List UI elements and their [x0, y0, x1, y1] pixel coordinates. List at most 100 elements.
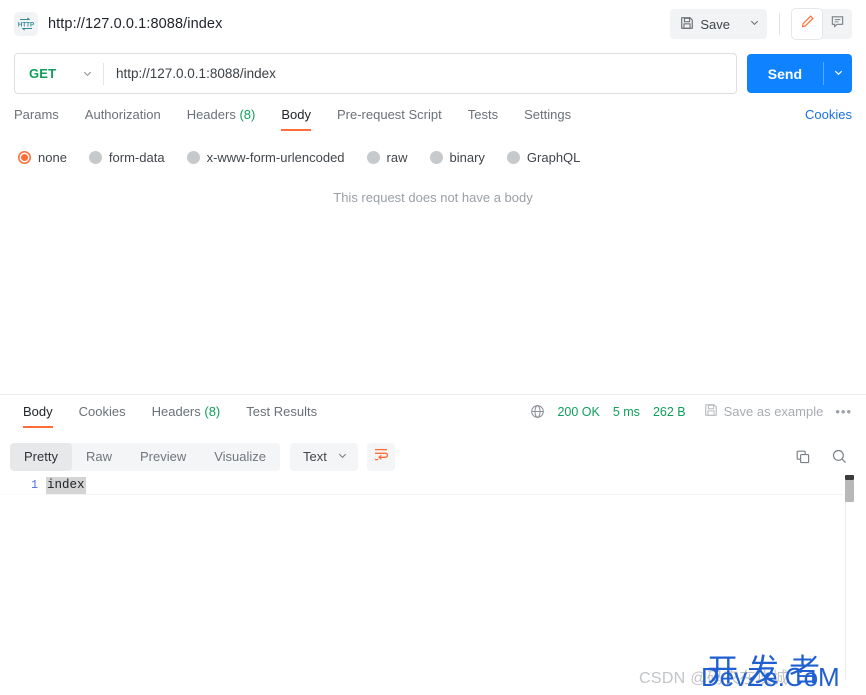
response-type-dropdown[interactable]: Text	[290, 442, 358, 471]
request-header-bar: HTTP http://127.0.0.1:8088/index Save	[0, 0, 866, 48]
send-dropdown-button[interactable]	[824, 54, 852, 93]
http-protocol-icon: HTTP	[14, 12, 38, 36]
response-format-toolbar: Pretty Raw Preview Visualize Text	[0, 441, 866, 472]
empty-body-message: This request does not have a body	[333, 190, 533, 205]
tab-count: (8)	[204, 404, 221, 419]
save-as-example-button[interactable]: Save as example	[704, 403, 824, 420]
body-type-raw[interactable]: raw	[366, 149, 408, 165]
chevron-down-icon	[82, 68, 93, 79]
status-badge: 200 OK	[557, 404, 600, 419]
response-view-segmented-control: Pretty Raw Preview Visualize	[10, 442, 281, 471]
http-method-label: GET	[29, 66, 57, 81]
url-bar: GET Send	[0, 53, 866, 94]
tab-headers[interactable]: Headers (8)	[187, 105, 256, 131]
body-right-divider	[845, 475, 846, 680]
radio-icon	[506, 150, 520, 164]
body-type-x-www-form-urlencoded[interactable]: x-www-form-urlencoded	[186, 149, 345, 165]
tab-tests[interactable]: Tests	[468, 105, 498, 131]
comment-icon	[830, 14, 845, 34]
response-size: 262 B	[652, 404, 686, 419]
tab-label: Pre-request Script	[336, 107, 442, 122]
code-row-rule	[46, 494, 845, 495]
response-tab-body[interactable]: Body	[23, 402, 53, 428]
svg-text:HTTP: HTTP	[18, 21, 34, 28]
header-icon-group	[792, 9, 852, 39]
search-icon[interactable]	[831, 448, 848, 465]
tab-label: Cookies	[78, 404, 126, 419]
globe-icon[interactable]	[530, 404, 545, 419]
tab-label: Params	[14, 107, 59, 122]
chevron-down-icon	[337, 449, 348, 464]
request-tabs: Params Authorization Headers (8) Body Pr…	[0, 105, 866, 139]
body-type-label: none	[38, 149, 67, 165]
header-actions: Save	[670, 9, 852, 39]
view-visualize-button[interactable]: Visualize	[200, 443, 280, 471]
radio-icon	[88, 150, 102, 164]
view-preview-button[interactable]: Preview	[126, 443, 200, 471]
response-tab-headers[interactable]: Headers (8)	[152, 402, 221, 428]
response-scrollbar[interactable]	[845, 475, 860, 680]
body-type-none[interactable]: none	[18, 150, 67, 165]
response-more-menu-button[interactable]: •••	[835, 404, 856, 419]
tab-settings[interactable]: Settings	[524, 105, 571, 131]
scrollbar-thumb[interactable]	[845, 480, 854, 502]
radio-icon	[366, 150, 380, 164]
tab-params[interactable]: Params	[14, 105, 59, 131]
response-body-text[interactable]: index	[46, 477, 86, 494]
response-meta: 200 OK 5 ms 262 B Save as example •••	[530, 402, 856, 420]
floppy-disk-icon	[704, 403, 718, 420]
tab-label: Authorization	[84, 107, 161, 122]
code-line-row: 1 index	[0, 477, 86, 494]
send-button[interactable]: Send	[747, 54, 823, 93]
body-type-label: raw	[386, 149, 408, 165]
word-wrap-button[interactable]	[366, 442, 395, 471]
body-type-binary[interactable]: binary	[429, 149, 485, 165]
word-wrap-icon	[373, 446, 389, 467]
view-pretty-button[interactable]: Pretty	[10, 442, 72, 471]
body-type-options: none form-data x-www-form-urlencoded raw…	[0, 145, 866, 169]
save-button[interactable]: Save	[670, 9, 741, 39]
http-method-selector[interactable]: GET	[15, 54, 103, 93]
tab-label: Body	[23, 404, 53, 419]
url-input[interactable]	[104, 54, 736, 93]
tab-label: Headers	[151, 404, 201, 419]
body-type-graphql[interactable]: GraphQL	[506, 149, 581, 165]
page-title: http://127.0.0.1:8088/index	[48, 16, 223, 32]
save-as-example-label: Save as example	[723, 404, 824, 419]
response-type-label: Text	[303, 449, 327, 464]
tab-label: Headers	[186, 107, 236, 122]
pencil-icon	[800, 14, 815, 34]
chevron-down-icon	[749, 15, 760, 33]
save-dropdown-button[interactable]	[741, 9, 767, 39]
body-type-label: binary	[449, 149, 485, 165]
edit-request-button[interactable]	[792, 9, 822, 39]
body-type-form-data[interactable]: form-data	[88, 149, 165, 165]
cookies-link[interactable]: Cookies	[805, 105, 852, 122]
tab-authorization[interactable]: Authorization	[85, 105, 161, 131]
body-type-label: GraphQL	[526, 149, 581, 165]
response-tabs: Body Cookies Headers (8) Test Results 20…	[0, 402, 866, 434]
floppy-disk-icon	[680, 16, 694, 33]
body-type-label: x-www-form-urlencoded	[206, 149, 345, 165]
response-tab-test-results[interactable]: Test Results	[246, 402, 317, 428]
send-button-group: Send	[746, 54, 852, 93]
gutter-row-rule	[0, 494, 46, 495]
line-number: 1	[31, 479, 38, 492]
copy-icon[interactable]	[795, 449, 811, 465]
save-button-label: Save	[700, 16, 730, 32]
response-tab-cookies[interactable]: Cookies	[79, 402, 126, 428]
tab-label: Test Results	[246, 404, 318, 419]
radio-icon	[429, 150, 443, 164]
tab-body[interactable]: Body	[281, 105, 311, 131]
radio-icon	[186, 150, 200, 164]
comment-button[interactable]	[822, 9, 852, 39]
tab-pre-request-script[interactable]: Pre-request Script	[337, 105, 442, 131]
url-input-container: GET	[14, 53, 737, 94]
chevron-down-icon	[833, 65, 844, 83]
response-time: 5 ms	[612, 404, 640, 419]
radio-icon	[18, 150, 31, 164]
pane-divider[interactable]	[0, 394, 866, 395]
view-raw-button[interactable]: Raw	[72, 443, 126, 471]
body-type-label: form-data	[108, 149, 165, 165]
save-button-group: Save	[670, 9, 767, 39]
